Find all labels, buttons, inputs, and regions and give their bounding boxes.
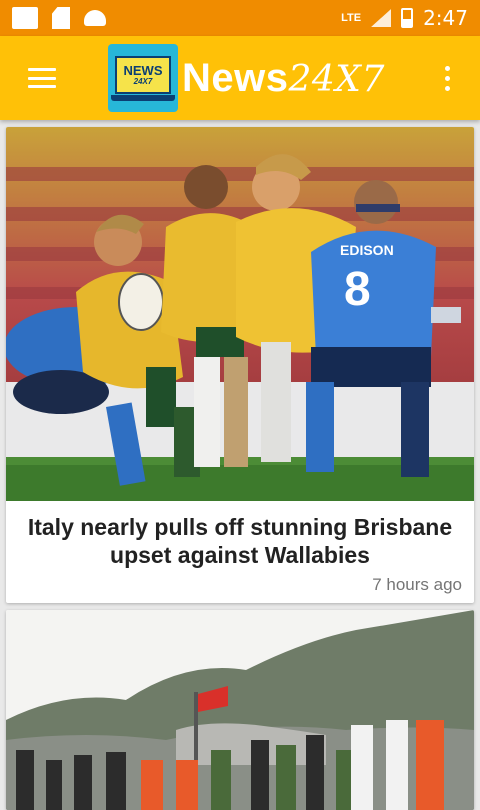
app-title-main: News <box>182 55 289 100</box>
article-title[interactable]: Italy nearly pulls off stunning Brisbane… <box>6 501 474 569</box>
overflow-menu-icon[interactable] <box>445 65 450 91</box>
menu-icon[interactable] <box>28 68 56 88</box>
logo-text: NEWS <box>123 62 163 78</box>
clock: 2:47 <box>423 6 468 30</box>
jersey-sponsor: EDISON <box>340 242 394 258</box>
logo-icon: NEWS 24X7 <box>108 44 178 112</box>
logo-subtext: 24X7 <box>133 76 153 86</box>
article-timestamp: 7 hours ago <box>372 575 462 594</box>
app-bar: NEWS 24X7 News24X7 <box>0 36 480 120</box>
app-title-suffix: 24X7 <box>288 58 385 100</box>
app-title: News24X7 <box>182 56 385 101</box>
notification-icon <box>12 7 38 29</box>
article-image[interactable]: EDISON 8 <box>6 127 474 501</box>
article-image[interactable] <box>6 610 474 810</box>
jersey-number: 8 <box>344 263 371 316</box>
sd-card-icon <box>52 7 70 29</box>
status-bar: LTE 2:47 <box>0 0 480 36</box>
article-card[interactable]: EDISON 8 Italy nearly pulls off stunning… <box>6 127 474 603</box>
article-card[interactable] <box>6 610 474 810</box>
network-type: LTE <box>341 12 362 24</box>
android-icon <box>84 10 106 26</box>
battery-icon <box>401 8 414 28</box>
signal-icon <box>371 9 392 27</box>
